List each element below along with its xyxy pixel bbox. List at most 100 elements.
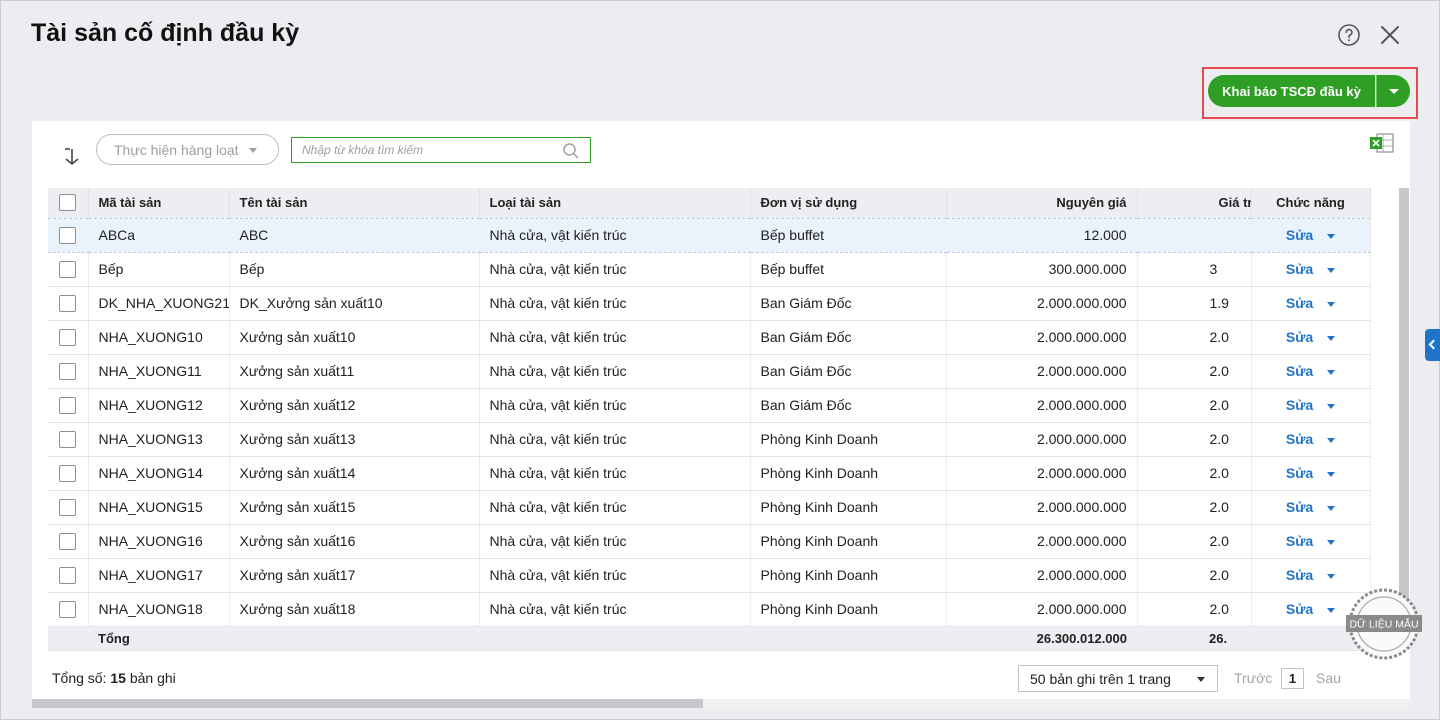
row-checkbox[interactable] (59, 294, 76, 312)
asset-value: 2.0 (1137, 490, 1252, 525)
chevron-down-icon[interactable] (1327, 539, 1336, 545)
declare-asset-dropdown-button[interactable] (1376, 75, 1410, 107)
row-checkbox-cell[interactable] (48, 217, 89, 253)
table-row[interactable]: NHA_XUONG11 Xưởng sản xuất11 Nhà cửa, vật … (48, 354, 1371, 389)
column-header[interactable]: Mã tài sản (88, 188, 230, 218)
row-checkbox[interactable] (59, 430, 76, 448)
dialog-title: Tài sản cố định đầu kỳ (31, 19, 300, 47)
row-checkbox[interactable] (59, 362, 76, 380)
row-checkbox-cell[interactable] (48, 286, 89, 321)
edit-link[interactable]: Sửa (1286, 567, 1313, 583)
vertical-scrollbar[interactable] (1399, 188, 1409, 648)
row-actions[interactable]: Sửa (1251, 286, 1371, 321)
help-icon[interactable] (1337, 23, 1361, 47)
row-actions[interactable]: Sửa (1251, 252, 1371, 287)
row-checkbox-cell[interactable] (48, 252, 89, 287)
row-checkbox-cell[interactable] (48, 354, 89, 389)
row-checkbox[interactable] (59, 498, 76, 516)
asset-type: Nhà cửa, vật kiến trúc (479, 217, 751, 253)
table-row[interactable]: Bếp Bếp Nhà cửa, vật kiến trúc Bếp buffet 30… (48, 252, 1371, 287)
asset-name: Xưởng sản xuất15 (229, 490, 480, 525)
row-checkbox[interactable] (59, 328, 76, 346)
row-checkbox[interactable] (59, 532, 76, 550)
edit-link[interactable]: Sửa (1286, 295, 1313, 311)
chevron-down-icon[interactable] (1327, 607, 1336, 613)
row-checkbox[interactable] (59, 566, 76, 584)
page-size-select[interactable]: 50 bản ghi trên 1 trang (1018, 665, 1218, 692)
table-row[interactable]: ABCa ABC Nhà cửa, vật kiến trúc Bếp buffet 1… (48, 217, 1371, 253)
edit-link[interactable]: Sửa (1286, 329, 1313, 345)
next-page-link[interactable]: Sau (1316, 670, 1341, 686)
chevron-down-icon[interactable] (1327, 505, 1336, 511)
chevron-down-icon[interactable] (1327, 369, 1336, 375)
table-row[interactable]: NHA_XUONG12 Xưởng sản xuất12 Nhà cửa, vật … (48, 388, 1371, 423)
column-header[interactable]: Nguyên giá (946, 188, 1138, 218)
row-checkbox[interactable] (59, 600, 76, 618)
row-checkbox-cell[interactable] (48, 524, 89, 559)
row-checkbox-cell[interactable] (48, 388, 89, 423)
sort-icon[interactable] (62, 147, 82, 167)
column-header[interactable]: Giá trị (1137, 188, 1252, 218)
prev-page-link[interactable]: Trước (1234, 670, 1272, 686)
table-row[interactable]: NHA_XUONG15 Xưởng sản xuất15 Nhà cửa, vật … (48, 490, 1371, 525)
edit-link[interactable]: Sửa (1286, 499, 1313, 515)
dialog: Tài sản cố định đầu kỳ Khai báo TSCĐ đầu… (0, 0, 1440, 720)
excel-export-icon[interactable] (1369, 132, 1395, 154)
row-actions[interactable]: Sửa (1251, 320, 1371, 355)
row-actions[interactable]: Sửa (1251, 490, 1371, 525)
asset-type: Nhà cửa, vật kiến trúc (479, 354, 751, 389)
edit-link[interactable]: Sửa (1286, 227, 1313, 243)
table-row[interactable]: NHA_XUONG17 Xưởng sản xuất17 Nhà cửa, vật … (48, 558, 1371, 593)
table-row[interactable]: NHA_XUONG13 Xưởng sản xuất13 Nhà cửa, vật … (48, 422, 1371, 457)
edit-link[interactable]: Sửa (1286, 363, 1313, 379)
table-row[interactable]: NHA_XUONG16 Xưởng sản xuất16 Nhà cửa, vật … (48, 524, 1371, 559)
column-header[interactable]: Tên tài sản (229, 188, 480, 218)
table-row[interactable]: NHA_XUONG14 Xưởng sản xuất14 Nhà cửa, vật … (48, 456, 1371, 491)
table-row[interactable]: DK_NHA_XUONG21 DK_Xưởng sản xuất10 Nhà cửa… (48, 286, 1371, 321)
row-checkbox-cell[interactable] (48, 558, 89, 593)
edit-link[interactable]: Sửa (1286, 431, 1313, 447)
edit-link[interactable]: Sửa (1286, 465, 1313, 481)
row-actions[interactable]: Sửa (1251, 217, 1371, 253)
edit-link[interactable]: Sửa (1286, 261, 1313, 277)
edit-link[interactable]: Sửa (1286, 533, 1313, 549)
row-actions[interactable]: Sửa (1251, 354, 1371, 389)
search-icon[interactable] (562, 142, 580, 160)
close-icon[interactable] (1378, 23, 1402, 47)
table-row[interactable]: NHA_XUONG10 Xưởng sản xuất10 Nhà cửa, vật … (48, 320, 1371, 355)
select-all-checkbox[interactable] (59, 194, 76, 212)
chevron-down-icon[interactable] (1327, 335, 1336, 341)
row-checkbox[interactable] (59, 396, 76, 414)
side-panel-toggle[interactable] (1425, 329, 1440, 361)
row-actions[interactable]: Sửa (1251, 456, 1371, 491)
row-actions[interactable]: Sửa (1251, 524, 1371, 559)
select-all-checkbox-cell[interactable] (48, 188, 89, 218)
current-page[interactable]: 1 (1281, 668, 1304, 689)
table-row[interactable]: NHA_XUONG18 Xưởng sản xuất18 Nhà cửa, vật … (48, 592, 1371, 627)
chevron-down-icon[interactable] (1327, 403, 1336, 409)
horizontal-scrollbar[interactable] (32, 699, 703, 708)
row-checkbox[interactable] (59, 260, 76, 278)
chevron-down-icon[interactable] (1327, 301, 1336, 307)
row-checkbox-cell[interactable] (48, 320, 89, 355)
row-checkbox[interactable] (59, 226, 76, 244)
row-checkbox-cell[interactable] (48, 592, 89, 627)
chevron-down-icon[interactable] (1327, 471, 1336, 477)
row-checkbox-cell[interactable] (48, 456, 89, 491)
edit-link[interactable]: Sửa (1286, 397, 1313, 413)
chevron-down-icon[interactable] (1327, 437, 1336, 443)
row-checkbox-cell[interactable] (48, 490, 89, 525)
column-header[interactable]: Đơn vị sử dụng (750, 188, 947, 218)
edit-link[interactable]: Sửa (1286, 601, 1313, 617)
chevron-down-icon[interactable] (1327, 573, 1336, 579)
chevron-down-icon[interactable] (1327, 267, 1336, 273)
column-header[interactable]: Loại tài sản (479, 188, 751, 218)
row-actions[interactable]: Sửa (1251, 388, 1371, 423)
bulk-action-dropdown[interactable]: Thực hiện hàng loạt (96, 134, 279, 165)
chevron-down-icon[interactable] (1327, 233, 1336, 239)
search-input[interactable] (292, 138, 552, 162)
row-checkbox[interactable] (59, 464, 76, 482)
row-checkbox-cell[interactable] (48, 422, 89, 457)
declare-asset-button[interactable]: Khai báo TSCĐ đầu kỳ (1208, 75, 1375, 107)
row-actions[interactable]: Sửa (1251, 422, 1371, 457)
